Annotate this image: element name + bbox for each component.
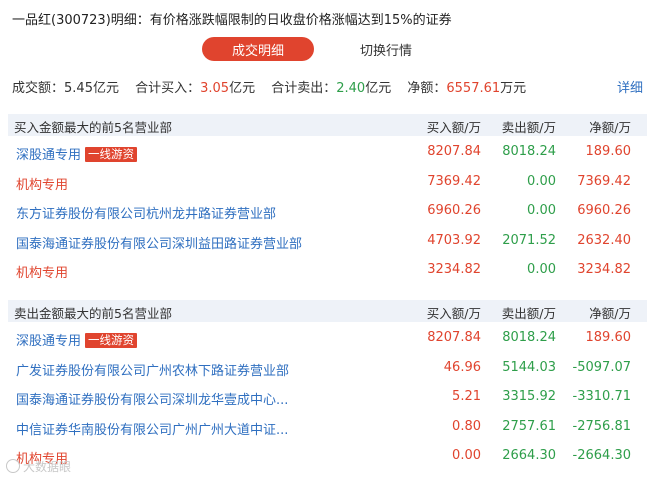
total-sell-value: 2.40: [336, 81, 366, 96]
sell-amount: 3315.92: [502, 389, 556, 404]
table-row[interactable]: 机构专用 7369.42 0.00 7369.42: [8, 168, 647, 198]
buy-amount: 5.21: [452, 389, 481, 404]
watermark: 大数据眼: [6, 458, 71, 475]
net-amount: -3310.71: [572, 389, 631, 404]
table-row[interactable]: 深股通专用 一线游资 8207.84 8018.24 189.60: [8, 138, 647, 168]
col-net-header: 净额/万: [589, 306, 631, 321]
buy-amount: 3234.82: [427, 262, 481, 277]
total-buy-value: 3.05: [200, 81, 230, 96]
broker-name-text: 国泰海通证券股份有限公司深圳益田路证券营业部: [16, 236, 303, 252]
broker-name-text: 深股通专用: [16, 334, 82, 349]
table-row[interactable]: 东方证券股份有限公司杭州龙井路证券营业部 6960.26 0.00 6960.26: [8, 197, 647, 227]
net-amount: 2632.40: [577, 232, 631, 248]
col-sell-header: 卖出额/万: [501, 120, 556, 135]
broker-name[interactable]: 深股通专用 一线游资: [16, 144, 138, 163]
page-title: 一品红(300723)明细：有价格涨跌幅限制的日收盘价格涨幅达到15%的证券: [12, 13, 452, 28]
table-row[interactable]: 机构专用 3234.82 0.00 3234.82: [8, 256, 647, 286]
sell-amount: 8018.24: [502, 144, 556, 159]
sell-amount: 0.00: [527, 262, 556, 277]
buy-amount: 46.96: [443, 359, 481, 375]
col-buy-header: 买入额/万: [426, 306, 481, 321]
buy-amount: 8207.84: [427, 144, 481, 159]
watermark-text: 大数据眼: [23, 460, 72, 474]
broker-name[interactable]: 机构专用: [16, 174, 68, 193]
net-amount: -2756.81: [572, 418, 631, 434]
sell-amount: 8018.24: [502, 330, 556, 345]
broker-name[interactable]: 深股通专用 一线游资: [16, 330, 138, 349]
watermark-logo-icon: [6, 459, 20, 473]
sell-amount: 0.00: [527, 173, 556, 189]
broker-name-text: 机构专用: [16, 177, 69, 193]
buy-amount: 7369.42: [427, 173, 481, 189]
total-sell-unit: 亿元: [365, 81, 392, 96]
broker-name-text: 国泰海通证券股份有限公司深圳龙华壹成中心...: [16, 393, 289, 408]
broker-name[interactable]: 国泰海通证券股份有限公司深圳益田路证券营业部: [16, 233, 302, 252]
buy-section-header: 买入金额最大的前5名营业部 买入额/万 卖出额/万 净额/万: [8, 114, 647, 136]
net-amount: -5097.07: [572, 359, 631, 375]
broker-name-text: 东方证券股份有限公司杭州龙井路证券营业部: [16, 207, 277, 222]
hot-money-badge: 一线游资: [85, 333, 138, 348]
tab-trade-details[interactable]: 成交明细: [202, 37, 314, 61]
table-row[interactable]: 广发证券股份有限公司广州农林下路证券营业部 46.96 5144.03 -5097.0…: [8, 354, 647, 384]
net-unit: 万元: [500, 81, 527, 96]
table-row[interactable]: 深股通专用 一线游资 8207.84 8018.24 189.60: [8, 324, 647, 354]
net-amount: 7369.42: [577, 173, 631, 189]
table-row[interactable]: 国泰海通证券股份有限公司深圳龙华壹成中心... 5.21 3315.92 -3310.…: [8, 383, 647, 413]
buy-amount: 0.80: [452, 418, 481, 434]
net-amount: -2664.30: [572, 448, 631, 463]
sell-amount: 2757.61: [502, 418, 556, 434]
summary-bar: 成交额：5.45亿元 合计买入：3.05亿元 合计卖出：2.40亿元 净额：65…: [12, 77, 643, 96]
broker-name[interactable]: 机构专用: [16, 262, 68, 281]
buy-amount: 4703.92: [427, 232, 481, 248]
table-row[interactable]: 国泰海通证券股份有限公司深圳益田路证券营业部 4703.92 2071.52 2632…: [8, 227, 647, 257]
sell-amount: 5144.03: [502, 359, 556, 375]
sell-section-title: 卖出金额最大的前5名营业部: [14, 306, 172, 321]
net-amount: 3234.82: [577, 262, 631, 277]
broker-name-text: 深股通专用: [16, 148, 82, 163]
broker-name[interactable]: 国泰海通证券股份有限公司深圳龙华壹成中心...: [16, 389, 288, 408]
buy-amount: 8207.84: [427, 330, 481, 345]
buy-amount: 6960.26: [427, 203, 481, 218]
sell-amount: 0.00: [527, 203, 556, 218]
net-label: 净额：: [407, 81, 447, 96]
tab-bar: 成交明细 切换行情: [0, 37, 655, 63]
col-net-header: 净额/万: [589, 120, 631, 135]
turnover-label: 成交额：: [12, 81, 65, 96]
hot-money-badge: 一线游资: [85, 147, 138, 162]
total-buy-label: 合计买入：: [135, 81, 201, 96]
detail-link[interactable]: 详细: [617, 77, 643, 96]
broker-name-text: 广发证券股份有限公司广州农林下路证券营业部: [16, 363, 290, 379]
col-buy-header: 买入额/万: [426, 120, 481, 135]
buy-amount: 0.00: [452, 448, 481, 463]
broker-name[interactable]: 中信证券华南股份有限公司广州广州大道中证...: [16, 419, 288, 438]
sell-amount: 2071.52: [502, 232, 556, 248]
sell-amount: 2664.30: [502, 448, 556, 463]
turnover-value: 5.45亿元: [64, 81, 119, 96]
broker-name[interactable]: 东方证券股份有限公司杭州龙井路证券营业部: [16, 203, 276, 222]
tab-switch-quotes[interactable]: 切换行情: [330, 37, 442, 61]
sell-section-header: 卖出金额最大的前5名营业部 买入额/万 卖出额/万 净额/万: [8, 300, 647, 322]
total-buy-unit: 亿元: [229, 81, 256, 96]
net-amount: 189.60: [585, 330, 632, 345]
net-value: 6557.61: [446, 81, 501, 96]
table-row[interactable]: 中信证券华南股份有限公司广州广州大道中证... 0.80 2757.61 -2756.…: [8, 413, 647, 443]
col-sell-header: 卖出额/万: [501, 306, 556, 321]
broker-name[interactable]: 广发证券股份有限公司广州农林下路证券营业部: [16, 360, 289, 379]
table-row[interactable]: 机构专用 0.00 2664.30 -2664.30: [8, 442, 647, 472]
broker-name-text: 机构专用: [16, 266, 69, 281]
net-amount: 6960.26: [577, 203, 631, 218]
buy-section-title: 买入金额最大的前5名营业部: [14, 120, 172, 135]
total-sell-label: 合计卖出：: [271, 81, 337, 96]
net-amount: 189.60: [585, 144, 632, 159]
broker-name-text: 中信证券华南股份有限公司广州广州大道中证...: [16, 422, 289, 438]
